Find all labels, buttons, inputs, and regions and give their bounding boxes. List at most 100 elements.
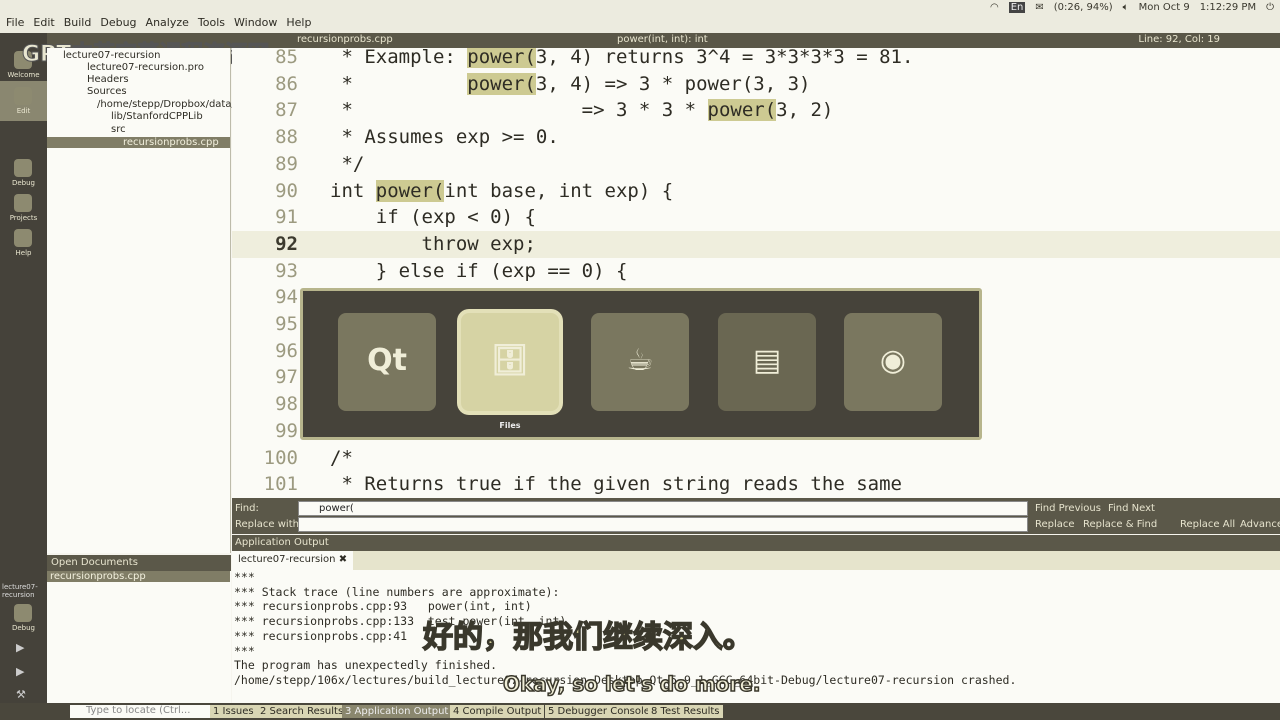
code-text: */ <box>330 152 365 175</box>
output-pane-title: Application Output <box>235 537 329 548</box>
tab-compile-output[interactable]: 4 Compile Output <box>450 705 545 718</box>
tree-project[interactable]: lecture07-recursion <box>63 50 161 61</box>
tree-recursionprobs[interactable]: recursionprobs.cpp <box>47 137 230 148</box>
debug-run-icon[interactable]: ▶ <box>16 665 24 678</box>
code-line[interactable]: 85 * Example: power(3, 4) returns 3^4 = … <box>232 48 1280 71</box>
find-input[interactable]: power( <box>298 501 1028 516</box>
line-number: 101 <box>263 473 298 496</box>
symbol-selector[interactable]: power(int, int): int <box>617 34 708 45</box>
line-number: 85 <box>275 48 298 68</box>
menu-file[interactable]: File <box>6 16 24 33</box>
tab-search-results[interactable]: 2 Search Results <box>257 705 347 718</box>
menu-build[interactable]: Build <box>64 16 92 33</box>
locator-input[interactable]: Type to locate (Ctrl... <box>70 705 210 718</box>
search-highlight: power( <box>375 179 445 202</box>
code-line[interactable]: 86 * power(3, 4) => 3 * power(3, 3) <box>232 71 1280 98</box>
selected-app-label: Files <box>499 421 521 430</box>
folder-icon: 🗄︎ <box>490 343 530 378</box>
advanced-button[interactable]: Advanced... <box>1240 519 1280 530</box>
code-line[interactable]: 100 /* <box>232 445 1280 472</box>
open-documents-list: recursionprobs.cpp <box>47 571 231 703</box>
menu-window[interactable]: Window <box>234 16 277 33</box>
output-line: *** Stack trace (line numbers are approx… <box>234 584 560 599</box>
find-previous-button[interactable]: Find Previous <box>1035 503 1101 514</box>
kit-name: lecture07-recursion <box>2 583 38 599</box>
tree-pro-file[interactable]: lecture07-recursion.pro <box>87 62 204 73</box>
replace-find-button[interactable]: Replace & Find <box>1083 519 1157 530</box>
code-text: int base, int exp) { <box>444 179 674 202</box>
tree-sources[interactable]: Sources <box>87 86 127 97</box>
cursor-position[interactable]: Line: 92, Col: 19 <box>1138 34 1220 45</box>
output-line: *** recursionprobs.cpp:41 <box>234 628 408 643</box>
mode-projects[interactable]: Projects <box>0 188 47 228</box>
tab-test-results[interactable]: 8 Test Results <box>648 705 723 718</box>
code-text: /* <box>330 446 353 469</box>
replace-input[interactable] <box>298 517 1028 532</box>
code-line[interactable]: 87 * => 3 * 3 * power(3, 2) <box>232 97 1280 124</box>
battery-status[interactable]: (0:26, 94%) <box>1054 2 1113 13</box>
debug-icon <box>14 159 32 177</box>
app-impress[interactable]: ▤ <box>718 313 816 411</box>
close-icon[interactable]: ✖ <box>339 554 347 565</box>
mail-icon[interactable]: ✉ <box>1035 2 1043 13</box>
projects-icon <box>14 194 32 212</box>
find-bar: Find: power( Replace with: Find Previous… <box>232 498 1280 534</box>
replace-button[interactable]: Replace <box>1035 519 1075 530</box>
code-line[interactable]: 89 */ <box>232 151 1280 178</box>
date[interactable]: Mon Oct 9 <box>1139 2 1190 13</box>
tree-headers[interactable]: Headers <box>87 74 129 85</box>
clock[interactable]: 1:12:29 PM <box>1200 2 1256 13</box>
output-line: *** recursionprobs.cpp:93 power(int, int… <box>234 599 532 614</box>
tree-src[interactable]: src <box>111 124 126 135</box>
keyboard-language[interactable]: En <box>1008 2 1026 13</box>
search-highlight: power( <box>467 72 536 95</box>
menu-analyze[interactable]: Analyze <box>146 16 189 33</box>
app-firefox[interactable]: ◉ <box>844 313 942 411</box>
app-qt-creator[interactable]: Qt <box>338 313 436 411</box>
build-icon[interactable]: ⚒ <box>16 688 26 701</box>
code-line[interactable]: 92 throw exp; <box>232 230 1280 258</box>
menu-help[interactable]: Help <box>286 16 311 33</box>
app-files[interactable]: 🗄︎ <box>461 313 559 411</box>
tab-issues[interactable]: 1 Issues <box>210 705 257 718</box>
tree-stanford-lib[interactable]: lib/StanfordCPPLib <box>111 111 203 122</box>
line-number: 90 <box>275 179 298 202</box>
volume-icon[interactable]: 🔈︎ <box>1123 2 1129 13</box>
code-line[interactable]: 93 } else if (exp == 0) { <box>232 258 1280 285</box>
menu-edit[interactable]: Edit <box>33 16 54 33</box>
help-icon <box>14 229 32 247</box>
edit-icon <box>14 87 32 105</box>
wifi-icon[interactable]: ◠ <box>990 2 999 13</box>
run-icon[interactable]: ▶ <box>16 641 24 654</box>
menu-debug[interactable]: Debug <box>100 16 136 33</box>
app-teapot[interactable]: ☕︎ <box>591 313 689 411</box>
code-line[interactable]: 101 * Returns true if the given string r… <box>232 471 1280 498</box>
mode-debug[interactable]: Debug <box>0 153 47 193</box>
line-number: 88 <box>275 126 298 149</box>
output-line: *** <box>234 570 255 584</box>
mode-help[interactable]: Help <box>0 223 47 263</box>
code-line[interactable]: 88 * Assumes exp >= 0. <box>232 124 1280 151</box>
system-tray: ◠ En ✉ (0:26, 94%) 🔈︎ Mon Oct 9 1:12:29 … <box>990 2 1274 13</box>
code-line[interactable]: 91 if (exp < 0) { <box>232 204 1280 231</box>
line-number: 89 <box>275 152 298 175</box>
power-icon[interactable]: ⏻ <box>1266 2 1274 13</box>
tab-application-output[interactable]: 3 Application Output <box>342 705 452 718</box>
app-switcher: Qt 🗄︎ ☕︎ ▤ ◉ Files <box>300 288 982 440</box>
find-next-button[interactable]: Find Next <box>1108 503 1155 514</box>
kit-selector[interactable]: Debug <box>0 598 47 638</box>
subtitle-chinese: 好的，那我们继续深入。 <box>422 619 754 656</box>
code-line[interactable]: 90 int power(int base, int exp) { <box>232 178 1280 205</box>
tree-folder-path[interactable]: /home/stepp/Dropbox/data/ <box>97 99 235 110</box>
mode-edit[interactable]: Edit <box>0 81 47 121</box>
replace-all-button[interactable]: Replace All <box>1180 519 1235 530</box>
tab-debugger-console[interactable]: 5 Debugger Console <box>545 705 653 718</box>
code-text: 3, 4) => 3 * power(3, 3) <box>535 72 811 95</box>
file-tab[interactable]: recursionprobs.cpp <box>297 34 393 45</box>
open-document-item[interactable]: recursionprobs.cpp <box>47 571 230 582</box>
project-tree: lecture07-recursion lecture07-recursion.… <box>47 48 235 553</box>
menu-bar: File Edit Build Debug Analyze Tools Wind… <box>0 16 311 33</box>
menu-tools[interactable]: Tools <box>198 16 225 33</box>
line-number: 87 <box>275 99 298 122</box>
output-tab[interactable]: lecture07-recursion ✖ <box>232 551 354 570</box>
